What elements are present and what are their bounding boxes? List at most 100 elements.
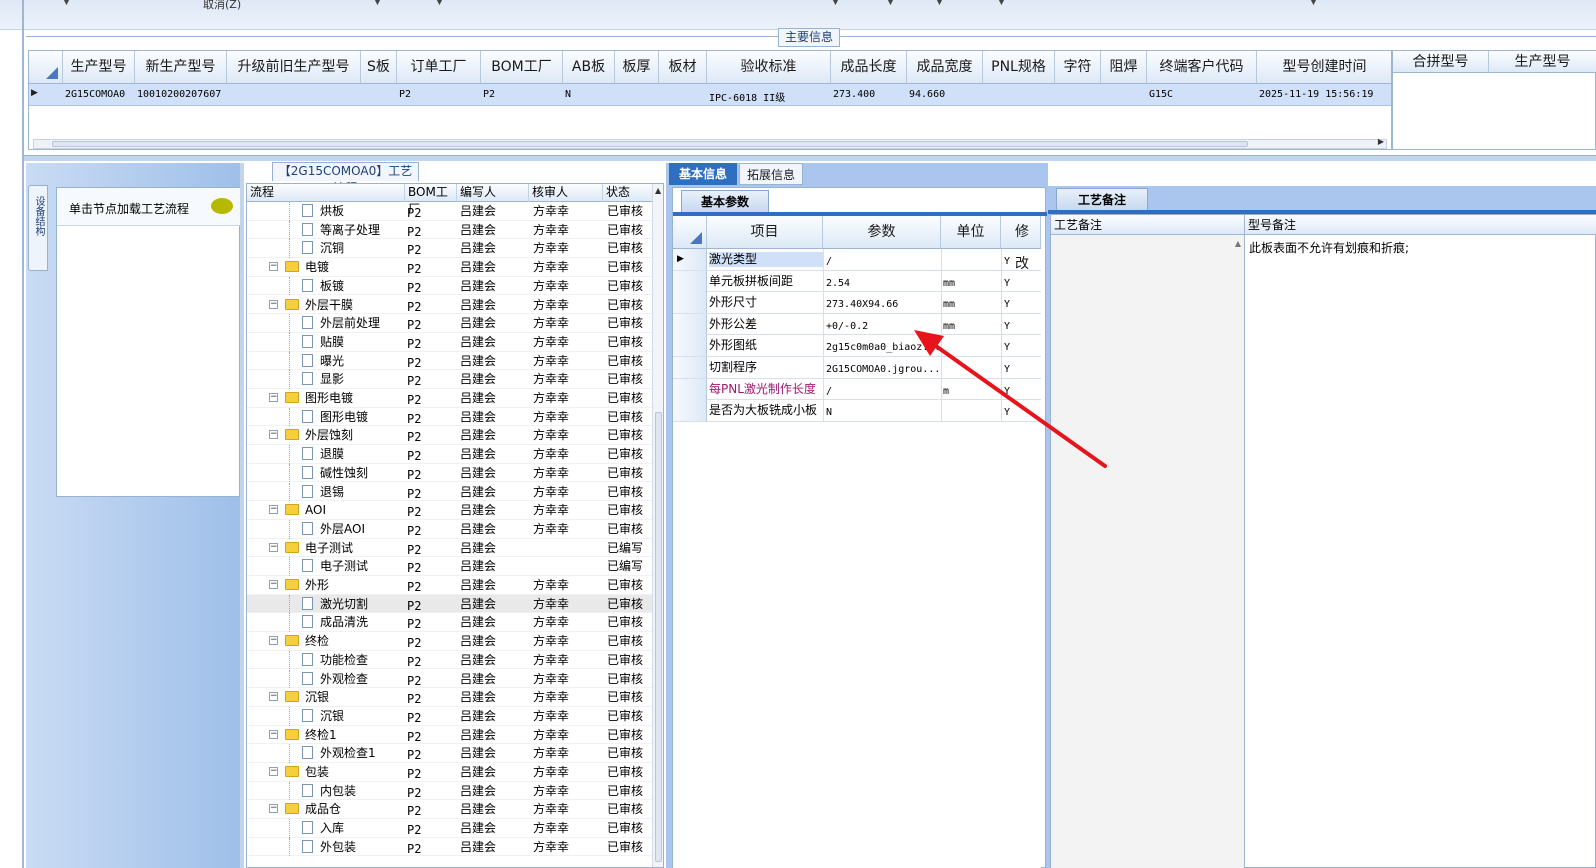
- table-row[interactable]: 激光切割 P2 吕建会 方幸幸 已审核: [247, 594, 653, 614]
- table-row[interactable]: 外层前处理 P2 吕建会 方幸幸 已审核: [247, 314, 653, 333]
- tab-basic-params[interactable]: 基本参数: [681, 190, 769, 212]
- tab-extended-info[interactable]: 拓展信息: [739, 163, 803, 185]
- scrollbar-thumb[interactable]: [52, 141, 1248, 147]
- table-row[interactable]: − 终检 P2 吕建会 方幸幸 已审核: [247, 632, 653, 651]
- table-row[interactable]: 显影 P2 吕建会 方幸幸 已审核: [247, 370, 653, 389]
- table-row[interactable]: 内包装 P2 吕建会 方幸幸 已审核: [247, 781, 653, 801]
- flow-step-name[interactable]: 内包装: [320, 783, 405, 799]
- cell-0[interactable]: 2G15COMOA0: [65, 89, 135, 100]
- table-row[interactable]: 退膜 P2 吕建会 方幸幸 已审核: [247, 445, 653, 464]
- col-header-3[interactable]: S板: [361, 51, 397, 84]
- flow-step-name[interactable]: 等离子处理: [320, 222, 405, 238]
- param-item[interactable]: 单元板拼板间距: [709, 274, 823, 289]
- cell-6[interactable]: N: [565, 89, 615, 100]
- device-structure-tab[interactable]: 设备结构: [28, 185, 48, 271]
- tab-process-remark[interactable]: 工艺备注: [1056, 188, 1148, 210]
- table-row[interactable]: 单元板拼板间距 2.54 mm Y: [673, 270, 1041, 293]
- chevron-down-icon[interactable]: ▼: [936, 0, 943, 7]
- col-header-4[interactable]: 订单工厂: [397, 51, 481, 84]
- param-modify[interactable]: Y: [1004, 297, 1040, 312]
- flow-step-name[interactable]: 退锡: [320, 484, 405, 500]
- chevron-down-icon[interactable]: ▼: [63, 0, 70, 7]
- scrollbar-thumb[interactable]: [655, 412, 662, 862]
- param-item[interactable]: 外形公差: [709, 317, 823, 332]
- cell-16[interactable]: 2025-11-19 15:56:19: [1259, 89, 1391, 100]
- flow-step-name[interactable]: 终检: [305, 633, 405, 649]
- chevron-down-icon[interactable]: ▼: [436, 0, 443, 7]
- flow-step-name[interactable]: 退膜: [320, 446, 405, 462]
- flow-step-name[interactable]: 终检1: [305, 727, 405, 743]
- cell-1[interactable]: 10010200207607: [137, 89, 227, 100]
- table-row[interactable]: 功能检查 P2 吕建会 方幸幸 已审核: [247, 650, 653, 670]
- col-header-5[interactable]: BOM工厂: [481, 51, 563, 84]
- vertical-scrollbar[interactable]: ▲: [652, 184, 663, 867]
- cell-5[interactable]: P2: [483, 89, 563, 100]
- chevron-down-icon[interactable]: ▼: [1310, 0, 1317, 7]
- cell-10[interactable]: 273.400: [833, 89, 907, 100]
- collapse-toggle-icon[interactable]: −: [269, 542, 278, 552]
- flow-step-name[interactable]: 激光切割: [320, 596, 405, 612]
- param-item[interactable]: 每PNL激光制作长度: [709, 382, 823, 397]
- param-item[interactable]: 外形尺寸: [709, 295, 823, 310]
- row-selector[interactable]: [673, 378, 707, 400]
- flow-step-name[interactable]: 成品清洗: [320, 614, 405, 630]
- table-row[interactable]: 电子测试 P2 吕建会 已编写: [247, 557, 653, 576]
- chevron-down-icon[interactable]: ▼: [374, 0, 381, 7]
- flow-step-name[interactable]: 贴膜: [320, 334, 405, 350]
- collapse-toggle-icon[interactable]: −: [269, 636, 278, 646]
- flow-step-name[interactable]: 沉铜: [320, 240, 405, 256]
- table-row[interactable]: − 图形电镀 P2 吕建会 方幸幸 已审核: [247, 389, 653, 408]
- flow-step-name[interactable]: 沉银: [305, 689, 405, 705]
- col-header-15[interactable]: 终端客户代码: [1147, 51, 1257, 84]
- col-header-1[interactable]: 新生产型号: [135, 51, 227, 84]
- table-row[interactable]: − 外层干膜 P2 吕建会 方幸幸 已审核: [247, 296, 653, 315]
- flow-step-name[interactable]: 成品仓: [305, 801, 405, 817]
- flow-step-name[interactable]: 外层干膜: [305, 297, 405, 313]
- table-row[interactable]: 外包装 P2 吕建会 方幸幸 已审核: [247, 837, 653, 857]
- flow-step-name[interactable]: 外层前处理: [320, 315, 405, 331]
- collapse-toggle-icon[interactable]: −: [269, 262, 278, 272]
- collapse-toggle-icon[interactable]: −: [269, 767, 278, 776]
- col-header-11[interactable]: 成品宽度: [907, 51, 983, 84]
- param-item[interactable]: 是否为大板铣成小板: [709, 403, 823, 418]
- param-modify[interactable]: Y: [1004, 254, 1040, 269]
- col-header-14[interactable]: 阻焊: [1101, 51, 1147, 84]
- collapse-toggle-icon[interactable]: −: [269, 692, 278, 702]
- table-row[interactable]: 沉铜 P2 吕建会 方幸幸 已审核: [247, 239, 653, 259]
- table-row[interactable]: 烘板 P2 吕建会 方幸幸 已审核: [247, 202, 653, 221]
- device-tree[interactable]: 单击节点加载工艺流程: [56, 187, 241, 497]
- chevron-down-icon[interactable]: ▼: [998, 0, 1005, 7]
- table-row[interactable]: 入库 P2 吕建会 方幸幸 已审核: [247, 819, 653, 838]
- flow-step-name[interactable]: 板镀: [320, 278, 405, 294]
- table-row[interactable]: 外观检查 P2 吕建会 方幸幸 已审核: [247, 669, 653, 689]
- vertical-splitter[interactable]: [240, 163, 244, 868]
- scroll-up-icon[interactable]: ▲: [1235, 239, 1241, 248]
- table-row[interactable]: 外形尺寸 273.40X94.66 mm Y: [673, 292, 1041, 314]
- row-selector[interactable]: [673, 313, 707, 335]
- table-row[interactable]: 贴膜 P2 吕建会 方幸幸 已审核: [247, 332, 653, 352]
- flow-step-name[interactable]: 外层蚀刻: [305, 427, 405, 443]
- flow-step-name[interactable]: 电子测试: [320, 558, 405, 574]
- cancel-button[interactable]: 取消(Z): [203, 0, 241, 12]
- col-header-2[interactable]: 升级前旧生产型号: [227, 51, 361, 84]
- param-value[interactable]: /: [826, 254, 941, 269]
- row-selector[interactable]: [673, 357, 707, 378]
- table-row[interactable]: − 电镀 P2 吕建会 方幸幸 已审核: [247, 258, 653, 277]
- col-header-12[interactable]: PNL规格: [983, 51, 1055, 84]
- flow-step-name[interactable]: 沉银: [320, 708, 405, 724]
- table-row[interactable]: 图形电镀 P2 吕建会 方幸幸 已审核: [247, 407, 653, 427]
- horizontal-scrollbar[interactable]: ▶: [33, 137, 1387, 149]
- model-remark-text[interactable]: 此板表面不允许有划痕和折痕;: [1249, 239, 1409, 256]
- flow-step-name[interactable]: 烘板: [320, 203, 405, 219]
- param-value[interactable]: 273.40X94.66: [826, 297, 941, 312]
- flow-step-name[interactable]: AOI: [305, 502, 405, 518]
- chevron-down-icon[interactable]: ▼: [832, 0, 839, 7]
- flow-step-name[interactable]: 图形电镀: [320, 409, 405, 425]
- param-item[interactable]: 激光类型: [709, 252, 823, 267]
- flow-step-name[interactable]: 电子测试: [305, 540, 405, 556]
- table-row[interactable]: − AOI P2 吕建会 方幸幸 已审核: [247, 501, 653, 520]
- row-selector[interactable]: [673, 400, 707, 422]
- table-row[interactable]: − 成品仓 P2 吕建会 方幸幸 已审核: [247, 800, 653, 820]
- table-row[interactable]: − 沉银 P2 吕建会 方幸幸 已审核: [247, 688, 653, 707]
- table-row[interactable]: − 电子测试 P2 吕建会 已编写: [247, 539, 653, 558]
